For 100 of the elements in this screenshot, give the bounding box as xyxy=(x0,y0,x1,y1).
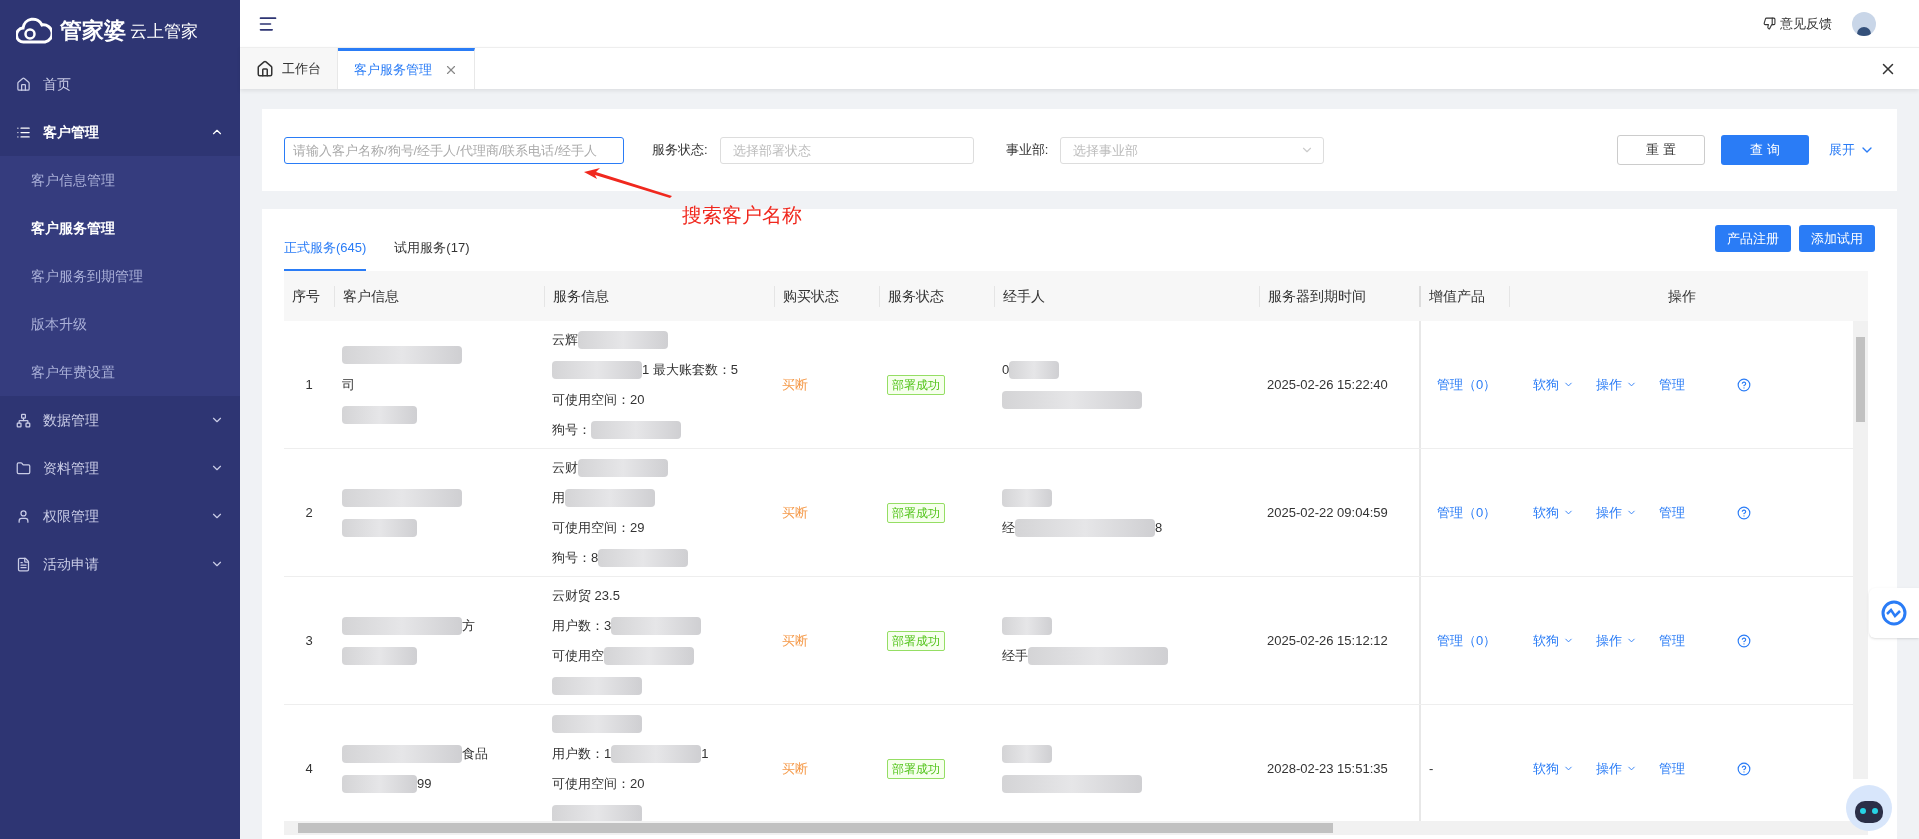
operate-dropdown[interactable]: 操作 xyxy=(1596,374,1637,395)
folder-icon xyxy=(16,460,31,476)
sidebar-item[interactable]: 资料管理 xyxy=(0,444,240,492)
list-icon xyxy=(16,124,31,140)
dongle-dropdown[interactable]: 软狗 xyxy=(1533,630,1574,651)
cloud-logo-icon xyxy=(16,16,52,44)
dongle-dropdown[interactable]: 软狗 xyxy=(1533,502,1574,523)
status-tag: 部署成功 xyxy=(887,502,945,523)
help-icon[interactable] xyxy=(1737,633,1751,648)
operate-dropdown[interactable]: 操作 xyxy=(1596,630,1637,651)
redacted-blur xyxy=(1002,616,1052,635)
submenu-item[interactable]: 版本升级 xyxy=(0,300,240,348)
vertical-scrollbar[interactable] xyxy=(1853,321,1868,779)
pulse-icon xyxy=(1881,600,1907,626)
avatar[interactable] xyxy=(1852,11,1876,36)
expiry-time: 2028-02-23 15:51:35 xyxy=(1267,760,1388,776)
help-icon[interactable] xyxy=(1737,505,1751,520)
query-button[interactable]: 查 询 xyxy=(1721,135,1809,165)
annotation-text: 搜索客户名称 xyxy=(682,203,802,228)
help-icon[interactable] xyxy=(1737,377,1751,392)
sidebar-item[interactable]: 活动申请 xyxy=(0,540,240,588)
column-header: 操作 xyxy=(1667,287,1696,304)
purchase-status: 买断 xyxy=(782,632,808,648)
column-header: 服务器到期时间 xyxy=(1268,287,1366,304)
manage-link[interactable]: 管理 xyxy=(1659,630,1685,651)
reset-button[interactable]: 重 置 xyxy=(1617,135,1705,165)
sidebar-item[interactable]: 首页 xyxy=(0,60,240,108)
expiry-time: 2025-02-22 09:04:59 xyxy=(1267,504,1388,520)
cell-text: 云财 xyxy=(552,458,578,477)
manage-link[interactable]: 管理（0） xyxy=(1429,502,1497,523)
sidebar-item[interactable]: 权限管理 xyxy=(0,492,240,540)
action-button[interactable]: 产品注册 xyxy=(1715,225,1791,252)
cell-text: 食品 xyxy=(462,744,488,763)
cell-text: - xyxy=(1429,759,1434,778)
column-header: 客户信息 xyxy=(343,287,399,304)
search-field[interactable]: 请输入客户名称/狗号/经手人/代理商/联系电话/经手人 xyxy=(284,136,624,164)
redacted-blur xyxy=(1002,744,1052,763)
document-icon xyxy=(16,556,31,572)
row-number: 2 xyxy=(305,504,313,520)
row-number: 4 xyxy=(305,760,313,776)
operate-dropdown[interactable]: 操作 xyxy=(1596,502,1637,523)
submenu-item[interactable]: 客户服务管理 xyxy=(0,204,240,252)
sitemap-icon xyxy=(16,412,31,428)
robot-icon[interactable] xyxy=(1846,785,1892,831)
manage-link[interactable]: 管理（0） xyxy=(1429,630,1497,651)
sidebar-item[interactable]: 客户管理 xyxy=(0,108,240,156)
horizontal-scrollbar[interactable] xyxy=(284,821,1868,835)
cell-text: 可使用空间：20 xyxy=(552,390,645,409)
expiry-time: 2025-02-26 15:22:40 xyxy=(1267,376,1388,392)
cell-text: 0 xyxy=(1002,360,1010,379)
column-header: 经手人 xyxy=(1003,287,1045,304)
cell-text: 可使用空间：20 xyxy=(552,774,645,793)
purchase-status: 买断 xyxy=(782,376,808,392)
brand-suffix: 云上管家 xyxy=(130,21,198,44)
cell-text: 99 xyxy=(417,774,432,793)
sidebar-item[interactable]: 数据管理 xyxy=(0,396,240,444)
submenu-item[interactable]: 客户信息管理 xyxy=(0,156,240,204)
expiry-time: 2025-02-26 15:12:12 xyxy=(1267,632,1388,648)
status-select[interactable]: 选择部署状态 xyxy=(719,136,974,164)
purchase-status: 买断 xyxy=(782,760,808,776)
cell-text: 狗号： xyxy=(552,420,591,439)
operate-dropdown[interactable]: 操作 xyxy=(1596,758,1637,779)
manage-link[interactable]: 管理 xyxy=(1659,502,1685,523)
dongle-dropdown[interactable]: 软狗 xyxy=(1533,374,1574,395)
manage-link[interactable]: 管理（0） xyxy=(1429,374,1497,395)
cell-text: 云辉 xyxy=(552,330,578,349)
dongle-dropdown[interactable]: 软狗 xyxy=(1533,758,1574,779)
redacted-blur xyxy=(1009,360,1060,379)
cell-text: 1 最大账套数：5 xyxy=(642,360,739,379)
cell-text: 8 xyxy=(1155,518,1163,537)
submenu-item[interactable]: 客户年费设置 xyxy=(0,348,240,396)
feedback-link[interactable]: 意见反馈 xyxy=(1763,13,1832,34)
department-select[interactable]: 选择事业部 xyxy=(1060,136,1325,164)
redacted-blur xyxy=(1002,488,1052,507)
user-icon xyxy=(16,508,31,524)
help-icon[interactable] xyxy=(1737,761,1751,776)
cell-text: 狗号：8 xyxy=(552,548,599,567)
action-button[interactable]: 添加试用 xyxy=(1799,225,1875,252)
page-tab[interactable]: 工作台 xyxy=(240,48,338,89)
row-number: 3 xyxy=(305,632,313,648)
expand-link[interactable]: 展开 xyxy=(1829,140,1875,160)
service-tab[interactable]: 试用服务(17) xyxy=(394,237,470,271)
column-header: 购买状态 xyxy=(783,287,839,304)
column-header: 序号 xyxy=(292,287,320,304)
cell-text: 可使用空间：29 xyxy=(552,518,645,537)
manage-link[interactable]: 管理 xyxy=(1659,374,1685,395)
brand-name: 管家婆 xyxy=(60,16,126,45)
floating-assistant-button[interactable] xyxy=(1869,588,1919,638)
submenu-item[interactable]: 客户服务到期管理 xyxy=(0,252,240,300)
manage-link[interactable]: 管理 xyxy=(1659,758,1685,779)
status-tag: 部署成功 xyxy=(887,630,945,651)
cell-text: 用 xyxy=(552,488,565,507)
purchase-status: 买断 xyxy=(782,504,808,520)
field-label: 事业部: xyxy=(1005,141,1049,160)
cell-text: 云财贸 23.5 xyxy=(552,586,620,605)
cell-text: 可使用空 xyxy=(552,646,604,665)
cell-text: 方 xyxy=(462,616,475,635)
page-tab[interactable]: 客户服务管理 xyxy=(338,48,475,89)
column-header: 服务信息 xyxy=(553,287,609,304)
field-label: 服务状态: xyxy=(652,141,708,160)
